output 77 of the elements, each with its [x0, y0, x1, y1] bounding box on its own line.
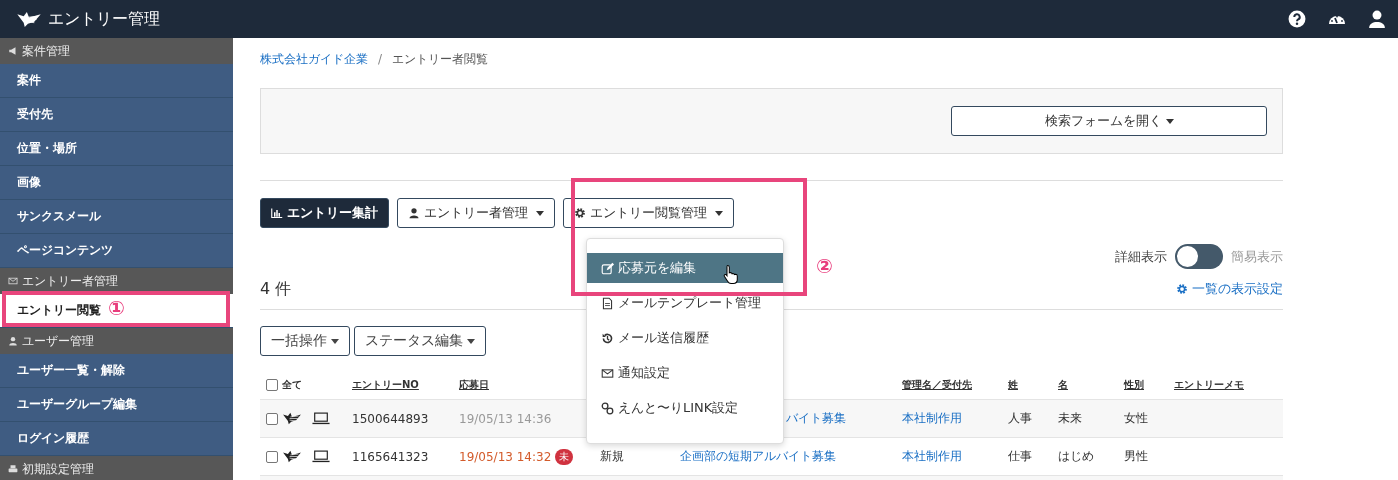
column-header: 全て — [282, 377, 302, 392]
sidebar-item[interactable]: ユーザー一覧・解除 — [0, 354, 233, 388]
toolbar-button[interactable]: エントリー者管理 — [397, 198, 555, 228]
menu-item[interactable]: 通知設定 — [587, 358, 783, 388]
edit-icon — [601, 261, 614, 275]
app-title: エントリー管理 — [48, 8, 160, 30]
section-title: 初期設定管理 — [22, 460, 94, 478]
result-count: 4 件 — [260, 278, 292, 300]
dropdown-button[interactable]: ステータス編集 — [354, 326, 486, 356]
sidebar-item[interactable]: 案件 — [0, 64, 233, 98]
table-cell: 未来 — [1058, 410, 1082, 427]
column-header[interactable]: 応募日 — [459, 377, 489, 392]
toolbar-button[interactable]: エントリー集計 — [260, 198, 389, 228]
menu-item[interactable]: えんと〜りLINK設定 — [587, 393, 783, 423]
checkbox[interactable] — [266, 378, 278, 391]
link-icon — [601, 401, 614, 415]
step-marker: ② — [816, 254, 833, 278]
column-header[interactable]: 管理名／受付先 — [902, 377, 972, 392]
unread-badge: 未 — [555, 448, 574, 465]
printer-icon — [8, 464, 18, 474]
list-settings-link[interactable]: 一覧の表示設定 — [1176, 280, 1283, 298]
help-icon[interactable] — [1288, 10, 1306, 28]
sidebar-item[interactable]: サンクスメール — [0, 200, 233, 234]
file-icon — [601, 296, 614, 310]
manager-link[interactable]: 本社制作用 — [902, 410, 962, 427]
table-cell: 男性 — [1124, 448, 1148, 465]
table-cell: 新規 — [600, 448, 624, 465]
menu-item[interactable]: メールテンプレート管理 — [587, 288, 783, 318]
laptop-icon — [312, 412, 330, 425]
breadcrumb-separator: / — [378, 52, 383, 66]
table-cell: 19/05/13 14:32 — [459, 449, 552, 464]
table-cell: 仕事 — [1008, 448, 1032, 465]
column-header[interactable]: 性別 — [1124, 377, 1144, 392]
job-title-link[interactable]: 企画部の短期アルバイト募集 — [680, 448, 836, 465]
toolbar-button[interactable]: エントリー閲覧管理 — [563, 198, 734, 228]
column-header[interactable]: 姓 — [1008, 377, 1018, 392]
table-cell: 1165641323 — [352, 449, 429, 464]
table-cell: 人事 — [1008, 410, 1032, 427]
user-icon[interactable] — [1368, 10, 1386, 28]
current-page-label: エントリー者閲覧 — [392, 50, 489, 68]
view-switch[interactable] — [1175, 244, 1223, 269]
step-marker: ① — [108, 296, 125, 320]
sidebar-item[interactable]: 位置・場所 — [0, 132, 233, 166]
section-title: 案件管理 — [22, 42, 70, 60]
user-icon — [8, 336, 18, 346]
envelope-icon — [8, 276, 18, 286]
checkbox[interactable] — [266, 412, 278, 425]
manager-link[interactable]: 本社制作用 — [902, 448, 962, 465]
column-header[interactable]: 名 — [1058, 377, 1068, 392]
gear-icon — [1176, 283, 1188, 295]
toggle-label: 詳細表示 — [1115, 247, 1167, 266]
breadcrumb-link[interactable]: 株式会社ガイド企業 — [260, 50, 368, 68]
menu-item[interactable]: 応募元を編集 — [587, 253, 783, 283]
column-header[interactable]: エントリーNO — [352, 377, 419, 392]
laptop-icon — [312, 450, 330, 463]
bar-chart-icon — [271, 207, 283, 219]
table-cell: 1500644893 — [352, 411, 429, 426]
dropdown-button[interactable]: 一括操作 — [260, 326, 350, 356]
table-cell: はじめ — [1058, 448, 1094, 465]
menu-item[interactable]: メール送信履歴 — [587, 323, 783, 353]
column-header[interactable]: エントリーメモ — [1174, 377, 1244, 392]
section-title: エントリー者管理 — [22, 272, 118, 290]
sidebar-item[interactable]: ユーザーグループ編集 — [0, 388, 233, 422]
section-title: ユーザー管理 — [22, 332, 94, 350]
search-form-toggle[interactable]: 検索フォームを開く — [951, 106, 1267, 136]
history-icon — [601, 331, 614, 345]
envelope-icon — [601, 366, 614, 380]
table-cell: 女性 — [1124, 410, 1148, 427]
sidebar-item[interactable]: 画像 — [0, 166, 233, 200]
user-icon — [408, 207, 420, 219]
checkbox[interactable] — [266, 450, 278, 463]
toggle-label: 簡易表示 — [1231, 247, 1283, 266]
hand-cursor-icon — [723, 263, 739, 285]
job-title-link[interactable]: バイト募集 — [786, 410, 846, 427]
table-cell: 19/05/13 14:36 — [459, 411, 552, 426]
gear-icon — [574, 207, 586, 219]
sidebar-item[interactable]: 受付先 — [0, 98, 233, 132]
